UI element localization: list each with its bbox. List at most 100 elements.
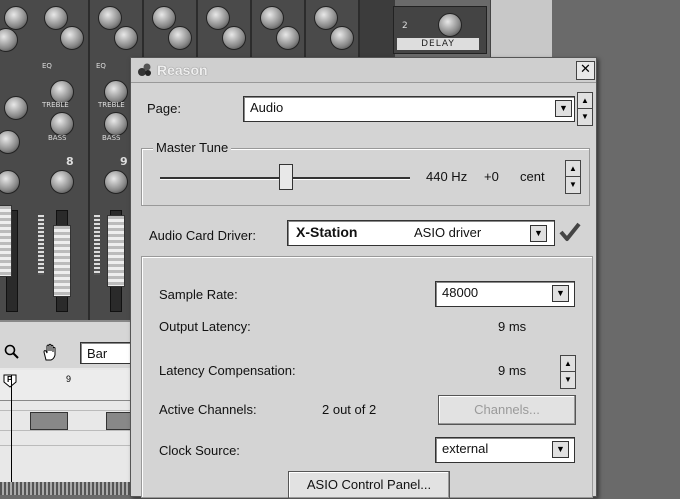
chevron-up-icon[interactable]: ▲ bbox=[578, 93, 592, 109]
aux-knob[interactable] bbox=[168, 26, 192, 50]
page-label: Page: bbox=[147, 101, 181, 116]
magnify-icon[interactable] bbox=[4, 344, 20, 360]
level-meter bbox=[94, 215, 100, 275]
delay-label: DELAY bbox=[397, 38, 479, 50]
bass-label: BASS bbox=[102, 134, 121, 142]
track-lane-divider bbox=[0, 430, 130, 431]
chevron-up-icon[interactable]: ▲ bbox=[561, 356, 575, 372]
treble-knob[interactable] bbox=[4, 96, 28, 120]
audio-settings-panel: Sample Rate: 48000 ▼ Output Latency: 9 m… bbox=[141, 256, 593, 499]
mixer-channel-strip bbox=[306, 0, 360, 60]
delay-knob-number: 2 bbox=[402, 21, 408, 31]
snap-mode-value: Bar bbox=[87, 346, 108, 361]
sequencer-clip[interactable] bbox=[106, 412, 132, 430]
audio-card-driver-label: Audio Card Driver: bbox=[149, 228, 256, 243]
bass-knob[interactable] bbox=[50, 112, 74, 136]
audio-card-driver-select[interactable]: X-Station ASIO driver ▼ bbox=[287, 220, 555, 246]
sequencer-scrollbar[interactable] bbox=[0, 482, 130, 495]
pan-knob[interactable] bbox=[0, 170, 20, 194]
output-latency-label: Output Latency: bbox=[159, 319, 251, 334]
aux-knob[interactable] bbox=[4, 6, 28, 30]
chevron-down-icon[interactable]: ▼ bbox=[561, 372, 575, 387]
dialog-titlebar[interactable]: Reason ✕ bbox=[131, 58, 596, 83]
aux-knob[interactable] bbox=[260, 6, 284, 30]
latency-compensation-value: 9 ms bbox=[498, 363, 527, 378]
sequencer-ruler: P 9 bbox=[0, 370, 130, 401]
master-tune-slider-thumb[interactable] bbox=[279, 164, 293, 190]
sample-rate-value: 48000 bbox=[442, 285, 479, 300]
chevron-up-icon[interactable]: ▲ bbox=[566, 161, 580, 177]
dialog-title: Reason bbox=[157, 62, 208, 78]
chevron-down-icon[interactable]: ▼ bbox=[566, 177, 580, 192]
aux-knob[interactable] bbox=[98, 6, 122, 30]
chevron-down-icon[interactable]: ▼ bbox=[552, 285, 569, 302]
level-meter bbox=[38, 215, 44, 275]
aux-knob[interactable] bbox=[114, 26, 138, 50]
channel-number: 8 bbox=[66, 155, 74, 168]
latency-compensation-label: Latency Compensation: bbox=[159, 363, 296, 378]
sequencer-toolbar: Bar bbox=[0, 320, 134, 370]
active-channels-value: 2 out of 2 bbox=[322, 402, 377, 417]
eq-label: EQ bbox=[96, 62, 106, 70]
fader-handle[interactable] bbox=[0, 205, 12, 277]
audio-device-name: X-Station bbox=[296, 224, 358, 240]
channel-number: 9 bbox=[120, 155, 128, 168]
output-latency-value: 9 ms bbox=[498, 319, 527, 334]
chevron-down-icon[interactable]: ▼ bbox=[530, 225, 547, 242]
aux-knob[interactable] bbox=[276, 26, 300, 50]
rack-side-rail bbox=[490, 0, 553, 60]
aux-knob[interactable] bbox=[60, 26, 84, 50]
aux-knob[interactable] bbox=[152, 6, 176, 30]
mixer-channel-strip bbox=[144, 0, 198, 60]
aux-knob[interactable] bbox=[0, 28, 18, 52]
pan-knob[interactable] bbox=[50, 170, 74, 194]
master-tune-legend: Master Tune bbox=[153, 140, 232, 155]
sequencer-clip[interactable] bbox=[30, 412, 68, 430]
aux-knob[interactable] bbox=[222, 26, 246, 50]
page-stepper[interactable]: ▲ ▼ bbox=[577, 92, 593, 126]
checkmark-icon bbox=[559, 222, 581, 241]
track-lane-divider bbox=[0, 445, 130, 446]
mixer-channel-strip: EQ TREBLE BASS 8 bbox=[36, 0, 90, 320]
chevron-down-icon[interactable]: ▼ bbox=[578, 109, 592, 124]
bass-label: BASS bbox=[48, 134, 67, 142]
sample-rate-select[interactable]: 48000 ▼ bbox=[435, 281, 575, 307]
bass-knob[interactable] bbox=[0, 130, 20, 154]
aux-knob[interactable] bbox=[330, 26, 354, 50]
hand-tool-icon[interactable] bbox=[40, 342, 60, 362]
pan-knob[interactable] bbox=[104, 170, 128, 194]
channels-button[interactable]: Channels... bbox=[438, 395, 576, 425]
fader-handle[interactable] bbox=[107, 215, 125, 287]
snap-mode-select[interactable]: Bar bbox=[80, 342, 134, 364]
clock-source-select[interactable]: external ▼ bbox=[435, 437, 575, 463]
aux-knob[interactable] bbox=[314, 6, 338, 30]
treble-label: TREBLE bbox=[98, 101, 125, 109]
aux-knob[interactable] bbox=[44, 6, 68, 30]
master-tune-hz: 440 Hz bbox=[426, 169, 468, 184]
chevron-down-icon[interactable]: ▼ bbox=[555, 100, 572, 117]
playhead bbox=[11, 375, 12, 495]
eq-label: EQ bbox=[42, 62, 52, 70]
mixer-channel-strip bbox=[198, 0, 252, 60]
bass-knob[interactable] bbox=[104, 112, 128, 136]
latency-compensation-stepper[interactable]: ▲ ▼ bbox=[560, 355, 576, 389]
sample-rate-label: Sample Rate: bbox=[159, 287, 238, 302]
treble-label: TREBLE bbox=[42, 101, 69, 109]
page-select[interactable]: Audio ▼ bbox=[243, 96, 575, 122]
close-button[interactable]: ✕ bbox=[576, 61, 595, 80]
fader-handle[interactable] bbox=[53, 225, 71, 297]
bar-number: 9 bbox=[66, 374, 72, 384]
reason-logo-icon bbox=[138, 63, 151, 76]
master-tune-group: 440 Hz +0 cent ▲ ▼ bbox=[141, 148, 590, 206]
audio-driver-type: ASIO driver bbox=[414, 225, 482, 240]
master-tune-unit: cent bbox=[520, 169, 545, 184]
master-tune-offset: +0 bbox=[484, 169, 499, 184]
delay-knob[interactable] bbox=[438, 13, 462, 37]
active-channels-label: Active Channels: bbox=[159, 402, 257, 417]
mixer-channel-strip bbox=[252, 0, 306, 60]
clock-source-label: Clock Source: bbox=[159, 443, 240, 458]
aux-knob[interactable] bbox=[206, 6, 230, 30]
chevron-down-icon[interactable]: ▼ bbox=[552, 441, 569, 458]
master-tune-stepper[interactable]: ▲ ▼ bbox=[565, 160, 581, 194]
clock-source-value: external bbox=[442, 441, 489, 456]
